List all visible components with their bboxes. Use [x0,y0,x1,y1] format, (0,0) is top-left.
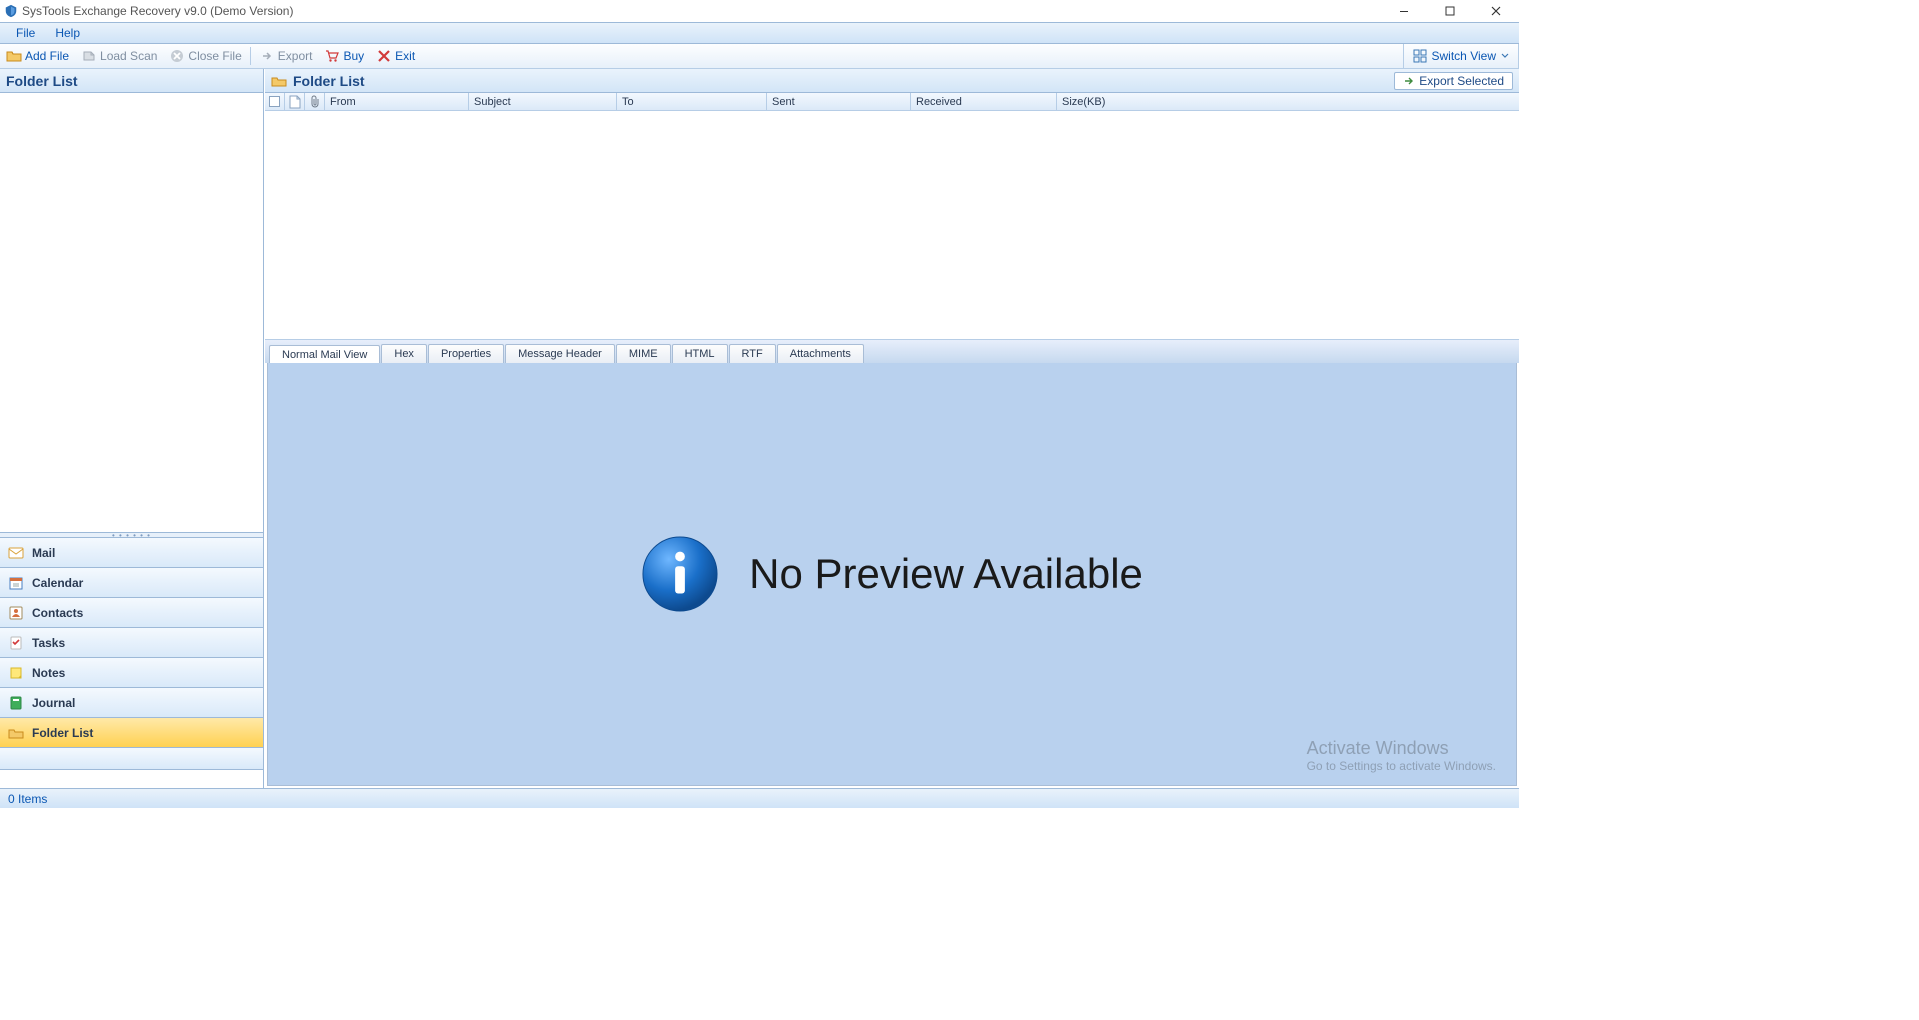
grid-body[interactable] [265,111,1519,339]
col-received[interactable]: Received [911,93,1057,110]
col-size[interactable]: Size(KB) [1057,93,1519,110]
export-selected-button[interactable]: Export Selected [1394,72,1513,90]
status-bar: 0 Items [0,788,1519,808]
close-file-icon [169,48,185,64]
nav-tasks-label: Tasks [32,636,65,650]
left-header-label: Folder List [6,73,78,89]
export-arrow-icon [259,48,275,64]
calendar-icon [8,575,24,591]
tab-html[interactable]: HTML [672,344,728,363]
exit-label: Exit [395,49,415,63]
close-button[interactable] [1473,0,1519,22]
folder-open-icon [6,48,22,64]
folder-list-header: Folder List [0,69,263,93]
nav-calendar[interactable]: Calendar [0,568,263,598]
info-icon [641,535,719,613]
switch-view-label: Switch View [1432,49,1496,63]
folder-header-icon [271,73,287,89]
export-button[interactable]: Export [253,44,319,68]
nav-folder-list[interactable]: Folder List [0,718,263,748]
menu-file[interactable]: File [6,24,45,42]
nav-mail[interactable]: Mail [0,538,263,568]
grid-header: From Subject To Sent Received Size(KB) [265,93,1519,111]
mail-icon [8,545,24,561]
col-item-icon[interactable] [285,93,305,110]
nav-contacts-label: Contacts [32,606,83,620]
tab-hex[interactable]: Hex [381,344,427,363]
nav-footer [0,748,263,770]
content-header-label: Folder List [293,73,365,89]
no-preview-text: No Preview Available [749,550,1143,598]
left-bottom-spacer [0,770,263,788]
export-selected-icon [1403,75,1415,87]
menu-bar: File Help [0,22,1519,44]
switch-view-icon [1412,48,1428,64]
col-to[interactable]: To [617,93,767,110]
navigation-list: Mail Calendar Contacts Tasks Notes Journ… [0,538,263,748]
switch-view-button[interactable]: Switch View [1403,44,1519,68]
nav-folder-list-label: Folder List [32,726,93,740]
right-pane: Folder List Export Selected From Subject… [264,69,1519,788]
nav-journal[interactable]: Journal [0,688,263,718]
notes-icon [8,665,24,681]
exit-x-icon [376,48,392,64]
folder-list-icon [8,725,24,741]
watermark-line2: Go to Settings to activate Windows. [1307,759,1496,773]
buy-label: Buy [343,49,364,63]
tasks-icon [8,635,24,651]
nav-contacts[interactable]: Contacts [0,598,263,628]
export-selected-label: Export Selected [1419,74,1504,88]
toolbar-separator [250,47,251,65]
folder-tree[interactable] [0,93,263,532]
add-file-button[interactable]: Add File [0,44,75,68]
watermark-line1: Activate Windows [1307,738,1496,759]
exit-button[interactable]: Exit [370,44,421,68]
col-attachment-icon[interactable] [305,93,325,110]
tab-normal-mail-view[interactable]: Normal Mail View [269,345,380,364]
load-scan-label: Load Scan [100,49,157,63]
nav-mail-label: Mail [32,546,55,560]
tab-rtf[interactable]: RTF [729,344,776,363]
col-sent[interactable]: Sent [767,93,911,110]
left-pane: Folder List • • • • • • Mail Calendar Co… [0,69,264,788]
add-file-label: Add File [25,49,69,63]
preview-tabs: Normal Mail View Hex Properties Message … [265,339,1519,363]
title-bar: SysTools Exchange Recovery v9.0 (Demo Ve… [0,0,1519,22]
toolbar: Add File Load Scan Close File Export Buy… [0,44,1519,69]
cart-icon [324,48,340,64]
activate-windows-watermark: Activate Windows Go to Settings to activ… [1307,738,1496,773]
load-scan-button[interactable]: Load Scan [75,44,163,68]
close-file-label: Close File [188,49,241,63]
tab-properties[interactable]: Properties [428,344,504,363]
mail-grid: From Subject To Sent Received Size(KB) [265,93,1519,339]
nav-calendar-label: Calendar [32,576,83,590]
export-label: Export [278,49,313,63]
buy-button[interactable]: Buy [318,44,370,68]
dropdown-caret-icon [1500,48,1510,64]
content-header: Folder List Export Selected [265,69,1519,93]
tab-attachments[interactable]: Attachments [777,344,864,363]
maximize-button[interactable] [1427,0,1473,22]
load-scan-icon [81,48,97,64]
col-from[interactable]: From [325,93,469,110]
nav-notes[interactable]: Notes [0,658,263,688]
col-checkbox[interactable] [265,93,285,110]
nav-tasks[interactable]: Tasks [0,628,263,658]
tab-mime[interactable]: MIME [616,344,671,363]
minimize-button[interactable] [1381,0,1427,22]
preview-pane: No Preview Available Activate Windows Go… [267,363,1517,786]
app-icon [4,4,18,18]
nav-journal-label: Journal [32,696,75,710]
tab-message-header[interactable]: Message Header [505,344,615,363]
nav-notes-label: Notes [32,666,65,680]
window-title: SysTools Exchange Recovery v9.0 (Demo Ve… [22,4,293,18]
col-subject[interactable]: Subject [469,93,617,110]
menu-help[interactable]: Help [45,24,90,42]
status-item-count: 0 Items [8,792,47,806]
contacts-icon [8,605,24,621]
journal-icon [8,695,24,711]
close-file-button[interactable]: Close File [163,44,247,68]
